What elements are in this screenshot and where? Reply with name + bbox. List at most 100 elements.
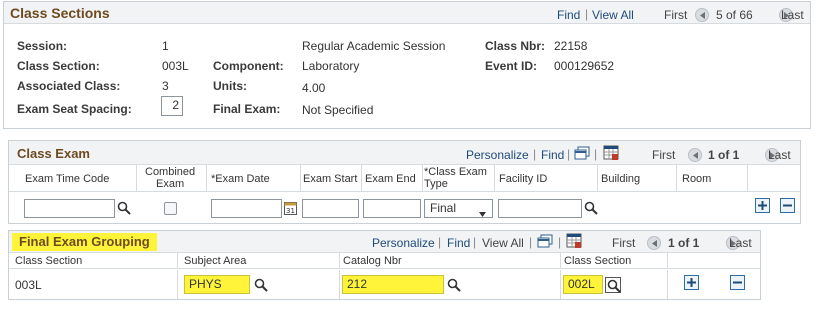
column-header-facility-id: Facility ID <box>499 173 548 185</box>
page-info: 1 of 1 <box>668 236 700 250</box>
class-nbr-label: Class Nbr: <box>485 39 546 53</box>
exam-time-code-input[interactable] <box>24 199 115 218</box>
download-grid-icon[interactable] <box>603 145 619 164</box>
view-all-link[interactable]: View All <box>482 236 524 250</box>
separator: | <box>438 235 442 249</box>
find-link[interactable]: Find <box>541 148 564 162</box>
exam-seat-spacing-label: Exam Seat Spacing: <box>17 102 132 116</box>
catalog-nbr-input[interactable]: 212 <box>342 275 444 294</box>
last-label: Last <box>768 148 791 162</box>
calendar-icon[interactable]: 31 <box>284 201 297 218</box>
separator: | <box>585 7 589 21</box>
view-in-new-window-icon[interactable] <box>537 234 553 251</box>
column-divider <box>560 270 561 299</box>
class-section-value: 003L <box>162 59 189 73</box>
class-nbr-value: 22158 <box>554 39 588 53</box>
units-value: 4.00 <box>302 81 326 95</box>
column-header-subject-area: Subject Area <box>184 255 247 267</box>
column-divider <box>339 253 340 269</box>
column-header-class-section-2: Class Section <box>564 255 632 267</box>
exam-start-input[interactable] <box>302 199 359 218</box>
class-section-input[interactable]: 002L <box>563 275 603 294</box>
separator: | <box>567 147 571 161</box>
column-header-exam-end: Exam End <box>365 173 416 185</box>
column-divider <box>560 253 561 269</box>
separator: | <box>594 147 598 161</box>
separator: | <box>473 235 477 249</box>
column-divider <box>361 165 362 192</box>
add-row-button[interactable] <box>755 198 770 213</box>
class-section-label: Class Section: <box>17 59 100 73</box>
class-exam-header: Class Exam Personalize | Find | | First … <box>9 141 800 165</box>
column-divider <box>339 270 340 299</box>
component-label: Component: <box>213 59 284 73</box>
separator: | <box>529 235 533 249</box>
page-info: 5 of 66 <box>716 8 753 22</box>
previous-arrow-icon[interactable] <box>695 7 709 22</box>
component-value: Laboratory <box>302 59 360 73</box>
class-section-cell: 003L <box>15 278 42 292</box>
event-id-label: Event ID: <box>485 59 538 73</box>
combined-exam-checkbox[interactable] <box>164 202 177 215</box>
view-all-link[interactable]: View All <box>592 8 634 22</box>
associated-class-label: Associated Class: <box>17 79 121 93</box>
column-divider <box>177 253 178 269</box>
last-label: Last <box>729 236 752 250</box>
view-in-new-window-icon[interactable] <box>574 146 590 163</box>
previous-arrow-icon[interactable] <box>688 147 702 162</box>
column-divider <box>422 165 423 192</box>
column-divider <box>676 165 677 192</box>
column-header-room: Room <box>682 173 712 185</box>
column-header-exam-time-code: Exam Time Code <box>25 173 110 185</box>
find-link[interactable]: Find <box>557 8 580 22</box>
column-divider <box>747 165 748 192</box>
search-icon[interactable] <box>117 201 131 218</box>
column-header-exam-start: Exam Start <box>303 173 358 185</box>
search-icon[interactable] <box>254 278 268 295</box>
exam-seat-spacing-input[interactable]: 2 <box>161 96 183 116</box>
final-exam-grouping-column-headers: Class Section Subject Area Catalog Nbr C… <box>9 253 760 269</box>
final-exam-grouping-panel: Final Exam Grouping Personalize | Find |… <box>8 230 761 300</box>
previous-arrow-icon[interactable] <box>647 235 661 250</box>
class-sections-title: Class Sections <box>10 5 110 21</box>
column-header-exam-date: *Exam Date <box>211 173 270 185</box>
personalize-link[interactable]: Personalize <box>466 148 529 162</box>
final-exam-grouping-title: Final Exam Grouping <box>12 233 157 251</box>
search-icon[interactable] <box>447 278 461 295</box>
first-label: First <box>652 148 676 162</box>
exam-end-input[interactable] <box>363 199 421 218</box>
column-divider <box>667 270 668 299</box>
session-value: 1 <box>162 39 169 53</box>
column-divider <box>206 165 207 192</box>
class-sections-panel: Class Sections Find | View All First 5 o… <box>3 1 811 129</box>
page-info: 1 of 1 <box>708 148 740 162</box>
delete-row-button[interactable] <box>780 198 795 213</box>
column-header-catalog-nbr: Catalog Nbr <box>343 255 402 267</box>
add-row-button[interactable] <box>684 275 699 290</box>
find-link[interactable]: Find <box>447 236 470 250</box>
class-exam-type-select[interactable]: Final <box>424 199 493 218</box>
download-grid-icon[interactable] <box>566 233 582 252</box>
column-divider <box>494 165 495 192</box>
column-header-class-section: Class Section <box>15 255 83 267</box>
first-label: First <box>612 236 636 250</box>
personalize-link[interactable]: Personalize <box>372 236 435 250</box>
session-label: Session: <box>17 39 68 53</box>
column-divider <box>136 165 137 192</box>
table-row: 003L PHYS 212 002L <box>9 270 760 299</box>
class-exam-title: Class Exam <box>17 146 90 161</box>
first-label: First <box>664 8 688 22</box>
class-exam-column-headers: Exam Time Code Combined Exam *Exam Date … <box>9 165 800 192</box>
search-icon[interactable] <box>605 277 621 293</box>
subject-area-input[interactable]: PHYS <box>184 275 250 294</box>
class-exam-type-value: Final <box>430 201 457 215</box>
column-divider <box>300 165 301 192</box>
facility-id-input[interactable] <box>498 199 582 218</box>
search-icon[interactable] <box>584 201 598 218</box>
units-label: Units: <box>213 79 247 93</box>
exam-date-input[interactable] <box>211 199 282 218</box>
column-header-combined-exam-1: Combined <box>145 166 196 178</box>
column-header-class-exam-type-2: Type <box>424 178 448 190</box>
separator: | <box>558 235 562 249</box>
delete-row-button[interactable] <box>730 275 745 290</box>
